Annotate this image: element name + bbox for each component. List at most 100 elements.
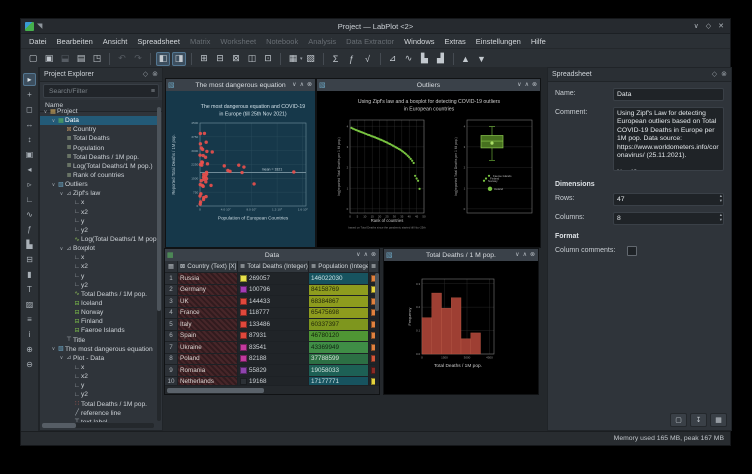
- sort-ascending-button[interactable]: ▲: [459, 52, 473, 66]
- tree-item-log-total-deaths-1-m-pop-[interactable]: ≣ Log(Total Deaths/1 M pop.): [40, 162, 157, 171]
- menu-extras[interactable]: Extras: [440, 36, 471, 47]
- dangerous-equation-plot[interactable]: The most dangerous equation and COVID-19…: [166, 91, 315, 247]
- menu-windows[interactable]: Windows: [399, 36, 439, 47]
- tree-item-total-deaths[interactable]: ≣ Total Deaths: [40, 134, 157, 143]
- population-cell[interactable]: 43369949: [309, 342, 369, 354]
- table-row[interactable]: 3 UK 144433 68384867: [165, 296, 379, 308]
- tree-item-the-most-dangerous-equation[interactable]: ∨ ▧ The most dangerous equation: [40, 345, 157, 354]
- tree-item-y[interactable]: ∟ y: [40, 272, 157, 281]
- deaths-cell[interactable]: 144433: [238, 296, 309, 308]
- dangerous-equation-worksheet[interactable]: The most dangerous equation and COVID-19…: [166, 91, 315, 247]
- tree-item-y2[interactable]: ∟ y2: [40, 226, 157, 235]
- subwindow-restore-button[interactable]: ∧: [525, 82, 529, 88]
- toggle-properties-explorer-button[interactable]: ◨: [172, 51, 186, 66]
- search-input[interactable]: [47, 86, 151, 96]
- add-curve-tool-button[interactable]: ∿: [23, 208, 36, 221]
- table-row[interactable]: 7 Ukraine 83541 43369949: [165, 342, 379, 354]
- subwindow-minimize-button[interactable]: ∨: [515, 252, 519, 258]
- comment-field[interactable]: [613, 107, 724, 171]
- tree-item-project[interactable]: ∨ ▦ Project: [40, 107, 157, 116]
- subwindow-minimize-button[interactable]: ∨: [292, 82, 296, 88]
- add-legend-tool-button[interactable]: ≡: [23, 313, 36, 326]
- histogram-worksheet[interactable]: 0 1500 3000 4500 0.0 0.1 0.2 0.3 Frequency Total …: [384, 261, 538, 394]
- add-boxplot-tool-button[interactable]: ⊟: [23, 253, 36, 266]
- zoom-x-tool-button[interactable]: ↔: [23, 118, 36, 131]
- tree-item-x2[interactable]: ∟ x2: [40, 372, 157, 381]
- worksheet-window-dangerous-equation[interactable]: ▧ The most dangerous equation ∨ ∧ ⊗ The mo…: [165, 78, 316, 248]
- tree-item-x2[interactable]: ∟ x2: [40, 208, 157, 217]
- column-header-2[interactable]: ≣Total Deaths (Integer) [Y]: [238, 261, 309, 273]
- country-cell[interactable]: Romania: [178, 365, 238, 377]
- table-row[interactable]: 9 Romania 55829 19058033: [165, 365, 379, 377]
- tree-item-text-label[interactable]: ⊤text label: [40, 418, 157, 422]
- remove-columns-button[interactable]: ⊡: [261, 52, 275, 66]
- subwindow-restore-button[interactable]: ∧: [300, 82, 304, 88]
- dock-close-icon[interactable]: ⊗: [721, 71, 727, 78]
- table-row[interactable]: 6 Spain 87931 46780120: [165, 330, 379, 342]
- tree-item-x[interactable]: ∟ x: [40, 253, 157, 262]
- tree-item-rank-of-countries[interactable]: ≣ Rank of countries: [40, 171, 157, 180]
- add-curve-button[interactable]: ∿: [402, 52, 416, 66]
- tree-item-total-deaths-1m-pop-[interactable]: ∿ Total Deaths / 1M pop.: [40, 290, 157, 299]
- table-row[interactable]: 8 Poland 82188 37788599: [165, 353, 379, 365]
- table-row[interactable]: 2 Germany 100796 84158769: [165, 284, 379, 296]
- deaths-cell[interactable]: 100796: [238, 284, 309, 296]
- column-header-3[interactable]: ≣Population (Integer) [Y]: [309, 261, 369, 273]
- tree-expand-arrow[interactable]: ∨: [58, 355, 65, 361]
- subwindow-close-button[interactable]: ⊗: [307, 82, 312, 88]
- menu-ansicht[interactable]: Ansicht: [98, 36, 133, 47]
- plot-data-button[interactable]: ⊿: [386, 52, 400, 66]
- country-cell[interactable]: Russia: [178, 273, 238, 285]
- population-cell[interactable]: 19058033: [309, 365, 369, 377]
- subwindow-close-button[interactable]: ⊗: [371, 252, 376, 258]
- new-project-button[interactable]: ▢: [26, 52, 40, 66]
- country-cell[interactable]: Ukraine: [178, 342, 238, 354]
- menu-datei[interactable]: Datei: [24, 36, 52, 47]
- toggle-project-explorer-button[interactable]: ◧: [156, 51, 170, 66]
- population-cell[interactable]: 46780120: [309, 330, 369, 342]
- subwindow-minimize-button[interactable]: ∨: [517, 82, 521, 88]
- population-cell[interactable]: 68384867: [309, 296, 369, 308]
- population-cell[interactable]: 146022030: [309, 273, 369, 285]
- filter-icon[interactable]: ≡: [151, 88, 155, 95]
- template-load-button[interactable]: ▦: [710, 413, 727, 427]
- subwindow-close-button[interactable]: ⊗: [530, 252, 535, 258]
- deaths-cell[interactable]: 133486: [238, 319, 309, 331]
- tree-item-zipf-s-law[interactable]: ∨ ⊿ Zipf's law: [40, 189, 157, 198]
- dock-float-icon[interactable]: ◇: [712, 71, 717, 78]
- project-explorer-header[interactable]: Project Explorer ◇ ⊗: [40, 68, 162, 82]
- sort-descending-button[interactable]: ▼: [475, 52, 489, 66]
- tree-item-x[interactable]: ∟ x: [40, 363, 157, 372]
- zoom-y-tool-button[interactable]: ↕: [23, 133, 36, 146]
- shift-right-tool-button[interactable]: ▹: [23, 178, 36, 191]
- tree-item-y2[interactable]: ∟ y2: [40, 281, 157, 290]
- add-axis-tool-button[interactable]: ∟: [23, 193, 36, 206]
- tree-item-x2[interactable]: ∟ x2: [40, 262, 157, 271]
- zoom-in-tool-button[interactable]: ⊕: [23, 343, 36, 356]
- menu-hilfe[interactable]: Hilfe: [526, 36, 551, 47]
- add-bar-tool-button[interactable]: ▮: [23, 268, 36, 281]
- print-button[interactable]: ▤: [74, 52, 88, 66]
- tree-item-country[interactable]: ⊠ Country: [40, 125, 157, 134]
- spinbox-arrows[interactable]: ▴ ▾: [720, 193, 722, 203]
- deaths-cell[interactable]: 118777: [238, 307, 309, 319]
- deaths-cell[interactable]: 55829: [238, 365, 309, 377]
- population-cell[interactable]: 84158769: [309, 284, 369, 296]
- tree-expand-arrow[interactable]: ∨: [50, 182, 57, 188]
- subwindow-restore-button[interactable]: ∧: [364, 252, 368, 258]
- add-histogram-tool-button[interactable]: ▙: [23, 238, 36, 251]
- template-new-button[interactable]: ▢: [670, 413, 687, 427]
- menu-spreadsheet[interactable]: Spreadsheet: [132, 36, 185, 47]
- menu-einstellungen[interactable]: Einstellungen: [471, 36, 526, 47]
- tree-expand-arrow[interactable]: ∨: [50, 118, 57, 124]
- tree-item-population[interactable]: ≣ Population: [40, 144, 157, 153]
- tree-item-y2[interactable]: ∟ y2: [40, 390, 157, 399]
- deaths-cell[interactable]: 269057: [238, 273, 309, 285]
- properties-header[interactable]: Spreadsheet ◇ ⊗: [548, 68, 731, 82]
- tree-item-x[interactable]: ∟ x: [40, 198, 157, 207]
- tree-item-outliers[interactable]: ∨ ▧ Outliers: [40, 180, 157, 189]
- deaths-cell[interactable]: 82188: [238, 353, 309, 365]
- close-button[interactable]: ✕: [718, 23, 724, 30]
- country-cell[interactable]: UK: [178, 296, 238, 308]
- name-field[interactable]: [613, 88, 724, 101]
